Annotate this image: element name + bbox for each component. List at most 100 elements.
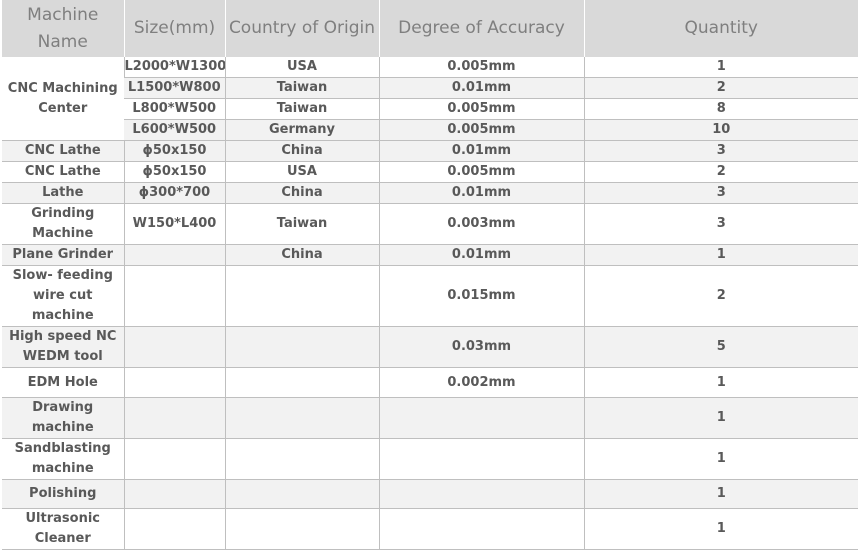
cell-country: USA: [224, 57, 379, 78]
cell-country: Taiwan: [224, 77, 379, 99]
table-row: Drawing machine 1: [2, 397, 858, 439]
cell-quantity: 5: [583, 326, 858, 368]
cell-country: [224, 479, 379, 509]
table-row: CNC Lathe ϕ50x150 China 0.01mm 3: [2, 140, 858, 162]
table-row: Polishing 1: [2, 479, 858, 509]
table-row: Ultrasonic Cleaner 1: [2, 508, 858, 550]
cell-quantity: 10: [583, 119, 858, 141]
cell-accuracy: 0.03mm: [378, 326, 584, 368]
cell-quantity: 2: [583, 77, 858, 99]
cell-quantity: 1: [583, 57, 858, 78]
table-row: Slow- feeding wire cut machine 0.015mm 2: [2, 265, 858, 327]
cell-machine-name: High speed NC WEDM tool: [2, 326, 124, 368]
header-row: Machine Name Size(mm) Country of Origin …: [2, 0, 858, 57]
cell-machine-name: Sandblasting machine: [2, 438, 124, 480]
cell-accuracy: 0.01mm: [378, 140, 584, 162]
cell-country: Taiwan: [224, 203, 379, 245]
cell-size: ϕ50x150: [123, 140, 225, 162]
cell-size: [123, 397, 225, 439]
cell-accuracy: 0.015mm: [378, 265, 584, 327]
table-row: Sandblasting machine 1: [2, 438, 858, 480]
table-row: Grinding Machine W150*L400 Taiwan 0.003m…: [2, 203, 858, 245]
table-row: Plane Grinder China 0.01mm 1: [2, 244, 858, 266]
table-row: EDM Hole 0.002mm 1: [2, 367, 858, 398]
header-size: Size(mm): [123, 0, 225, 57]
table-row: CNC Lathe ϕ50x150 USA 0.005mm 2: [2, 161, 858, 183]
cell-size: [123, 244, 225, 266]
cell-quantity: 1: [583, 479, 858, 509]
cell-accuracy: 0.005mm: [378, 119, 584, 141]
cell-size: L2000*W1300: [123, 57, 225, 78]
cell-accuracy: 0.005mm: [378, 57, 584, 78]
cell-quantity: 8: [583, 98, 858, 120]
cell-accuracy: 0.01mm: [378, 182, 584, 204]
cell-machine-name: EDM Hole: [2, 367, 124, 398]
cell-country: China: [224, 182, 379, 204]
header-quantity: Quantity: [583, 0, 858, 57]
cell-quantity: 1: [583, 367, 858, 398]
cell-size: [123, 438, 225, 480]
cell-accuracy: [378, 508, 584, 550]
cell-machine-name: Plane Grinder: [2, 244, 124, 266]
cell-quantity: 3: [583, 140, 858, 162]
cell-country: [224, 397, 379, 439]
table-header: Machine Name Size(mm) Country of Origin …: [2, 0, 858, 57]
cell-country: [224, 508, 379, 550]
cell-country: USA: [224, 161, 379, 183]
header-accuracy: Degree of Accuracy: [378, 0, 584, 57]
cell-size: L1500*W800: [124, 77, 225, 99]
cell-size: ϕ300*700: [123, 182, 225, 204]
cell-quantity: 1: [583, 397, 858, 439]
cell-size: [123, 508, 225, 550]
cell-country: [224, 367, 379, 398]
equipment-table: Machine Name Size(mm) Country of Origin …: [2, 0, 858, 550]
cell-quantity: 1: [583, 438, 858, 480]
cell-country: [224, 265, 379, 327]
cell-machine-name: Grinding Machine: [2, 203, 124, 245]
cell-machine-name: CNC Lathe: [2, 140, 124, 162]
cell-machine-name: Lathe: [2, 182, 124, 204]
cell-quantity: 3: [583, 203, 858, 245]
cell-quantity: 1: [583, 508, 858, 550]
cell-machine-name: Drawing machine: [2, 397, 124, 439]
cell-quantity: 1: [583, 244, 858, 266]
cell-machine-name: CNC Machining Center: [2, 57, 124, 141]
cell-size: [123, 367, 225, 398]
cell-accuracy: 0.005mm: [378, 161, 584, 183]
table-row: CNC Machining Center L2000*W1300 USA 0.0…: [2, 57, 858, 141]
cell-size: [123, 265, 225, 327]
cell-accuracy: [378, 397, 584, 439]
table-body: CNC Machining Center L2000*W1300 USA 0.0…: [2, 57, 858, 550]
cell-size: [123, 479, 225, 509]
cell-accuracy: 0.003mm: [378, 203, 584, 245]
table-row: Lathe ϕ300*700 China 0.01mm 3: [2, 182, 858, 204]
cell-country: Germany: [224, 119, 379, 141]
cell-size: W150*L400: [123, 203, 225, 245]
cell-country: [224, 438, 379, 480]
table-row: L1500*W800 Taiwan 0.01mm 2: [2, 77, 858, 99]
cell-accuracy: 0.01mm: [378, 244, 584, 266]
cell-size: [123, 326, 225, 368]
cell-machine-name: Ultrasonic Cleaner: [2, 508, 124, 550]
cell-accuracy: [378, 438, 584, 480]
table-row: High speed NC WEDM tool 0.03mm 5: [2, 326, 858, 368]
cell-size: ϕ50x150: [123, 161, 225, 183]
cell-size: L800*W500: [124, 98, 225, 120]
cell-size: L600*W500: [124, 119, 225, 141]
cell-accuracy: [378, 479, 584, 509]
cell-country: China: [224, 244, 379, 266]
cell-quantity: 3: [583, 182, 858, 204]
cell-accuracy: 0.005mm: [378, 98, 584, 120]
cell-country: China: [224, 140, 379, 162]
cell-machine-name: Polishing: [2, 479, 124, 509]
cell-machine-name: Slow- feeding wire cut machine: [2, 265, 124, 327]
cell-country: Taiwan: [224, 98, 379, 120]
cell-accuracy: 0.002mm: [378, 367, 584, 398]
cell-machine-name: CNC Lathe: [2, 161, 124, 183]
cell-accuracy: 0.01mm: [378, 77, 584, 99]
header-machine-name: Machine Name: [2, 0, 124, 57]
table-row: L600*W500 Germany 0.005mm 10: [2, 119, 858, 141]
cell-quantity: 2: [583, 265, 858, 327]
cell-country: [224, 326, 379, 368]
cell-quantity: 2: [583, 161, 858, 183]
